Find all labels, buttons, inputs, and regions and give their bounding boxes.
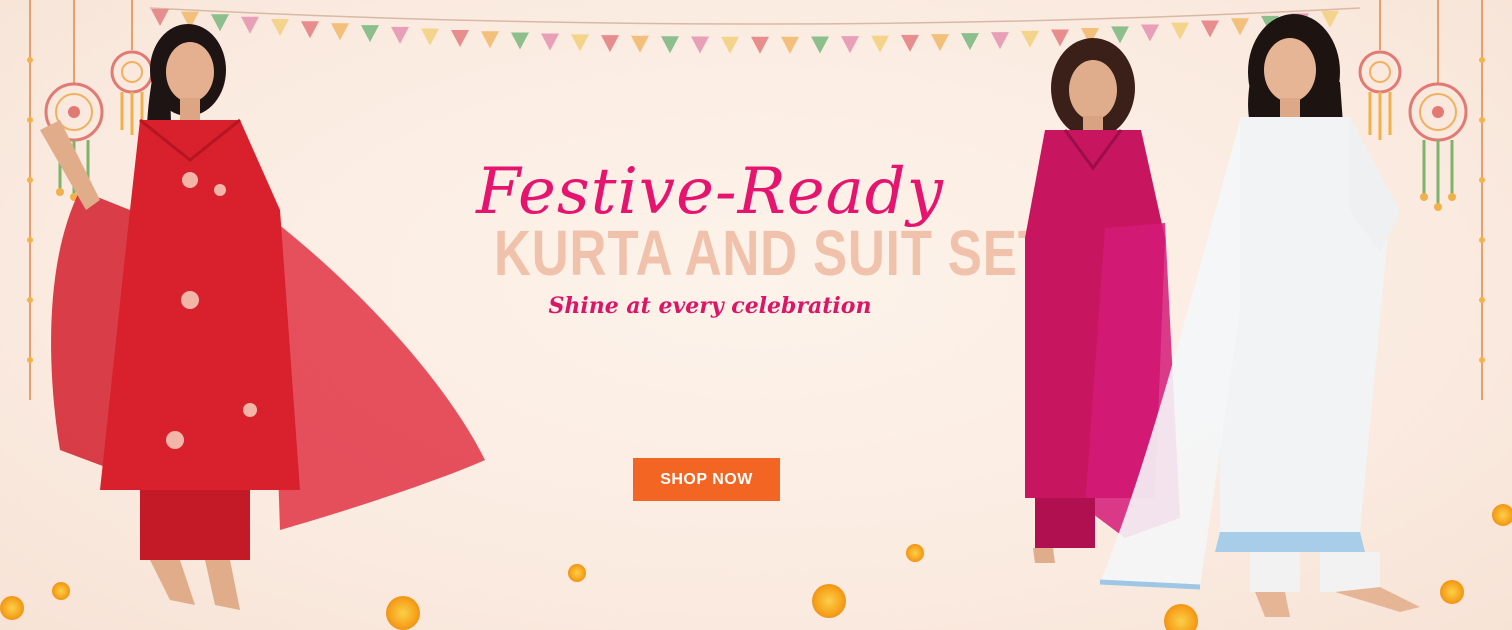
bunting-flag: [511, 32, 529, 50]
headline-script: Festive-Ready: [476, 155, 944, 229]
marigold-icon: [1492, 504, 1512, 526]
model-white-kurta: [1099, 14, 1420, 617]
bunting-flag: [781, 36, 799, 54]
marigold-icon: [1440, 580, 1464, 604]
headline-block: Festive-Ready KURTA AND SUIT SETS Shine …: [440, 155, 1085, 320]
bunting-flag: [811, 36, 829, 54]
bunting-flag: [841, 36, 859, 54]
bunting-flag: [661, 36, 679, 54]
bunting-flag: [751, 36, 769, 54]
bunting-flag: [871, 35, 889, 53]
headline-main: KURTA AND SUIT SETS: [494, 217, 1085, 289]
bunting-flag: [691, 36, 709, 54]
marigold-icon: [0, 596, 24, 620]
marigold-icon: [1164, 604, 1198, 630]
bunting-flag: [571, 34, 589, 52]
bunting-flag: [601, 35, 619, 53]
marigold-icon: [906, 544, 924, 562]
bunting-flag: [721, 36, 739, 54]
festive-banner[interactable]: Festive-Ready KURTA AND SUIT SETS Shine …: [0, 0, 1512, 630]
marigold-icon: [52, 582, 70, 600]
bunting-flag: [961, 33, 979, 51]
bunting-flag: [931, 34, 949, 52]
bunting-flag: [541, 33, 559, 51]
tagline: Shine at every celebration: [548, 293, 872, 320]
marigold-icon: [568, 564, 586, 582]
marigold-icon: [812, 584, 846, 618]
marigold-icon: [386, 596, 420, 630]
model-red-anarkali: [40, 24, 485, 610]
bunting-flag: [631, 35, 649, 53]
shop-now-button[interactable]: SHOP NOW: [633, 458, 780, 501]
bunting-flag: [901, 34, 919, 52]
